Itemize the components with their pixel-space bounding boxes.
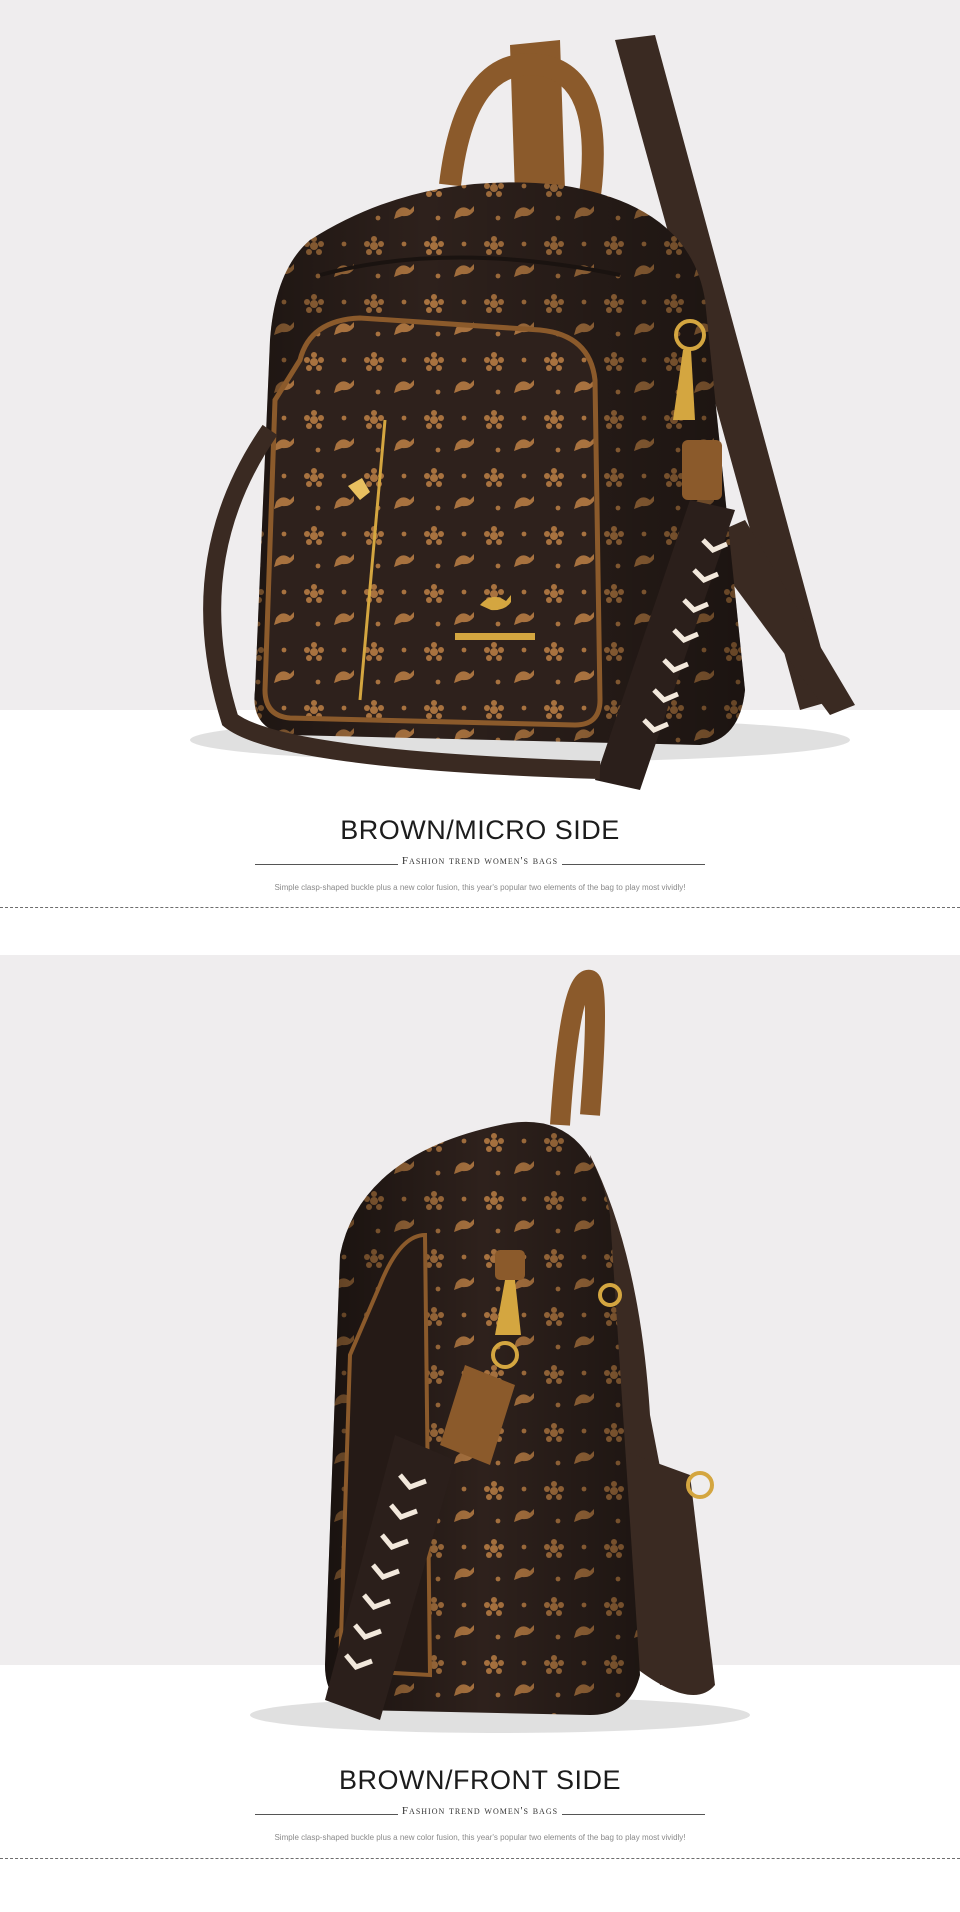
product-section-front-side: BROWN/FRONT SIDE Fashion trend women's b… <box>0 955 960 1895</box>
section-title: BROWN/MICRO SIDE <box>340 815 620 845</box>
backpack-three-quarter-image <box>190 35 855 790</box>
section-title: BROWN/FRONT SIDE <box>338 1765 621 1795</box>
subtitle-row: Fashion trend women's bags <box>255 1805 705 1823</box>
subtitle-row: Fashion trend women's bags <box>255 855 705 873</box>
product-section-micro-side: BROWN/MICRO SIDE Fashion trend women's b… <box>0 0 960 910</box>
section-divider <box>0 1858 960 1859</box>
section-subtitle: Fashion trend women's bags <box>255 855 705 867</box>
section-description: Simple clasp-shaped buckle plus a new co… <box>274 1833 686 1842</box>
backpack-side-view-image <box>250 970 750 1733</box>
section-subtitle: Fashion trend women's bags <box>255 1805 705 1817</box>
section-description: Simple clasp-shaped buckle plus a new co… <box>274 883 686 892</box>
section-divider <box>0 907 960 908</box>
brand-plaque <box>455 633 535 640</box>
